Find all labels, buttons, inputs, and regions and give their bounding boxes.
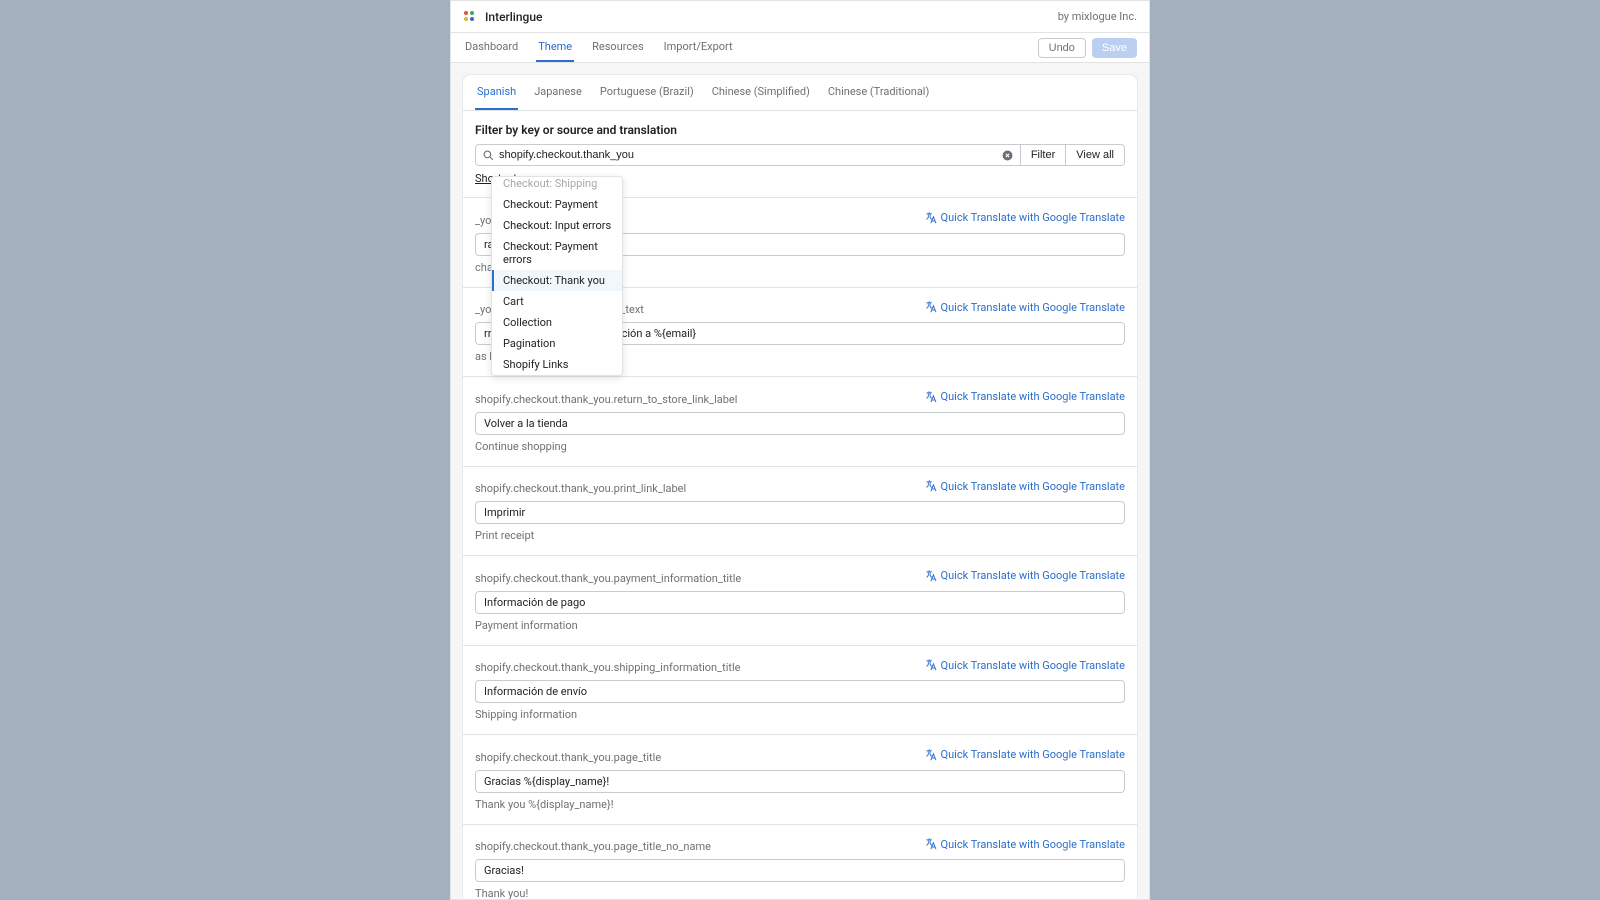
lang-tab-chinese-simplified[interactable]: Chinese (Simplified) [710, 75, 812, 110]
quick-translate-label: Quick Translate with Google Translate [941, 748, 1125, 761]
translate-icon [925, 659, 937, 671]
app-byline: by mixlogue Inc. [1058, 10, 1137, 23]
dropdown-item[interactable]: Checkout: Payment [492, 194, 622, 215]
source-text: Payment information [475, 619, 1125, 632]
app-header: Interlingue by mixlogue Inc. [451, 1, 1149, 33]
string-item: shopify.checkout.thank_you.return_to_sto… [463, 376, 1137, 466]
filter-label: Filter by key or source and translation [475, 123, 1125, 137]
translation-input[interactable] [475, 501, 1125, 524]
source-text: Thank you %{display_name}! [475, 798, 1125, 811]
app-logo-icon [463, 10, 477, 24]
string-key: shopify.checkout.thank_you.shipping_info… [475, 661, 740, 674]
source-text: Print receipt [475, 529, 1125, 542]
nav-tabs: Dashboard Theme Resources Import/Export [463, 33, 735, 62]
quick-translate-link[interactable]: Quick Translate with Google Translate [925, 569, 1125, 582]
translation-input[interactable] [475, 770, 1125, 793]
string-item: shopify.checkout.thank_you.page_title Qui… [463, 734, 1137, 824]
quick-translate-label: Quick Translate with Google Translate [941, 211, 1125, 224]
search-icon [476, 150, 499, 161]
translate-icon [925, 570, 937, 582]
string-item-head: shopify.checkout.thank_you.page_title Qui… [475, 748, 1125, 764]
view-all-button[interactable]: View all [1066, 144, 1125, 166]
dropdown-item[interactable]: Checkout: Input errors [492, 215, 622, 236]
search-wrap [475, 144, 1021, 166]
lang-tab-portuguese-brazil[interactable]: Portuguese (Brazil) [598, 75, 696, 110]
clear-icon[interactable] [995, 150, 1020, 161]
string-key: shopify.checkout.thank_you.page_title_no… [475, 840, 711, 853]
filter-button[interactable]: Filter [1021, 144, 1066, 166]
string-key: shopify.checkout.thank_you.payment_infor… [475, 572, 741, 585]
source-text: Shipping information [475, 708, 1125, 721]
translation-input[interactable] [475, 680, 1125, 703]
translate-icon [925, 301, 937, 313]
translation-input[interactable] [475, 591, 1125, 614]
nav-tab-import-export[interactable]: Import/Export [662, 33, 735, 62]
nav-tab-resources[interactable]: Resources [590, 33, 646, 62]
string-item-head: shopify.checkout.thank_you.print_link_la… [475, 480, 1125, 496]
dropdown-item[interactable]: Collection [492, 312, 622, 333]
translate-icon [925, 480, 937, 492]
dropdown-item[interactable]: Checkout: Shipping [492, 177, 622, 194]
lang-tab-chinese-traditional[interactable]: Chinese (Traditional) [826, 75, 931, 110]
string-key: shopify.checkout.thank_you.print_link_la… [475, 482, 686, 495]
translate-icon [925, 212, 937, 224]
string-item-head: shopify.checkout.thank_you.shipping_info… [475, 659, 1125, 675]
quick-translate-label: Quick Translate with Google Translate [941, 569, 1125, 582]
translation-input[interactable] [475, 412, 1125, 435]
dropdown-item[interactable]: Pagination [492, 333, 622, 354]
nav-actions: Undo Save [1038, 38, 1137, 58]
translate-icon [925, 749, 937, 761]
language-tabs: Spanish Japanese Portuguese (Brazil) Chi… [463, 75, 1137, 111]
quick-translate-link[interactable]: Quick Translate with Google Translate [925, 390, 1125, 403]
string-item-head: shopify.checkout.thank_you.page_title_no… [475, 838, 1125, 854]
translation-input[interactable] [475, 859, 1125, 882]
nav-bar: Dashboard Theme Resources Import/Export … [451, 33, 1149, 63]
translate-icon [925, 391, 937, 403]
quick-translate-link[interactable]: Quick Translate with Google Translate [925, 838, 1125, 851]
dropdown-item[interactable]: Checkout: Thank you [492, 270, 622, 291]
string-item: shopify.checkout.thank_you.payment_infor… [463, 555, 1137, 645]
nav-tab-theme[interactable]: Theme [536, 33, 574, 62]
dropdown-item[interactable]: Checkout: Payment errors [492, 236, 622, 270]
quick-translate-label: Quick Translate with Google Translate [941, 390, 1125, 403]
app-title: Interlingue [485, 10, 542, 24]
string-key: shopify.checkout.thank_you.page_title [475, 751, 661, 764]
string-item: shopify.checkout.thank_you.shipping_info… [463, 645, 1137, 735]
save-button[interactable]: Save [1092, 38, 1137, 58]
dropdown-item[interactable]: Cart [492, 291, 622, 312]
string-item-head: shopify.checkout.thank_you.payment_infor… [475, 569, 1125, 585]
string-item: shopify.checkout.thank_you.page_title_no… [463, 824, 1137, 900]
filter-row: Filter View all [475, 144, 1125, 166]
search-input[interactable] [499, 147, 995, 163]
translate-icon [925, 838, 937, 850]
quick-translate-link[interactable]: Quick Translate with Google Translate [925, 480, 1125, 493]
quick-translate-link[interactable]: Quick Translate with Google Translate [925, 211, 1125, 224]
quick-translate-link[interactable]: Quick Translate with Google Translate [925, 748, 1125, 761]
string-key: shopify.checkout.thank_you.return_to_sto… [475, 393, 737, 406]
undo-button[interactable]: Undo [1038, 38, 1086, 58]
source-text: Thank you! [475, 887, 1125, 900]
quick-translate-link[interactable]: Quick Translate with Google Translate [925, 301, 1125, 314]
quick-translate-label: Quick Translate with Google Translate [941, 301, 1125, 314]
lang-tab-japanese[interactable]: Japanese [532, 75, 584, 110]
string-item: shopify.checkout.thank_you.print_link_la… [463, 466, 1137, 556]
quick-translate-label: Quick Translate with Google Translate [941, 480, 1125, 493]
quick-translate-link[interactable]: Quick Translate with Google Translate [925, 659, 1125, 672]
nav-tab-dashboard[interactable]: Dashboard [463, 33, 520, 62]
source-text: Continue shopping [475, 440, 1125, 453]
dropdown-item[interactable]: Shopify Links [492, 354, 622, 375]
string-item-head: shopify.checkout.thank_you.return_to_sto… [475, 390, 1125, 406]
app-frame: Interlingue by mixlogue Inc. Dashboard T… [450, 0, 1150, 900]
quick-translate-label: Quick Translate with Google Translate [941, 659, 1125, 672]
shortcut-dropdown: Checkout: ShippingCheckout: PaymentCheck… [491, 176, 623, 376]
quick-translate-label: Quick Translate with Google Translate [941, 838, 1125, 851]
lang-tab-spanish[interactable]: Spanish [475, 75, 518, 110]
app-brand: Interlingue [463, 10, 542, 24]
